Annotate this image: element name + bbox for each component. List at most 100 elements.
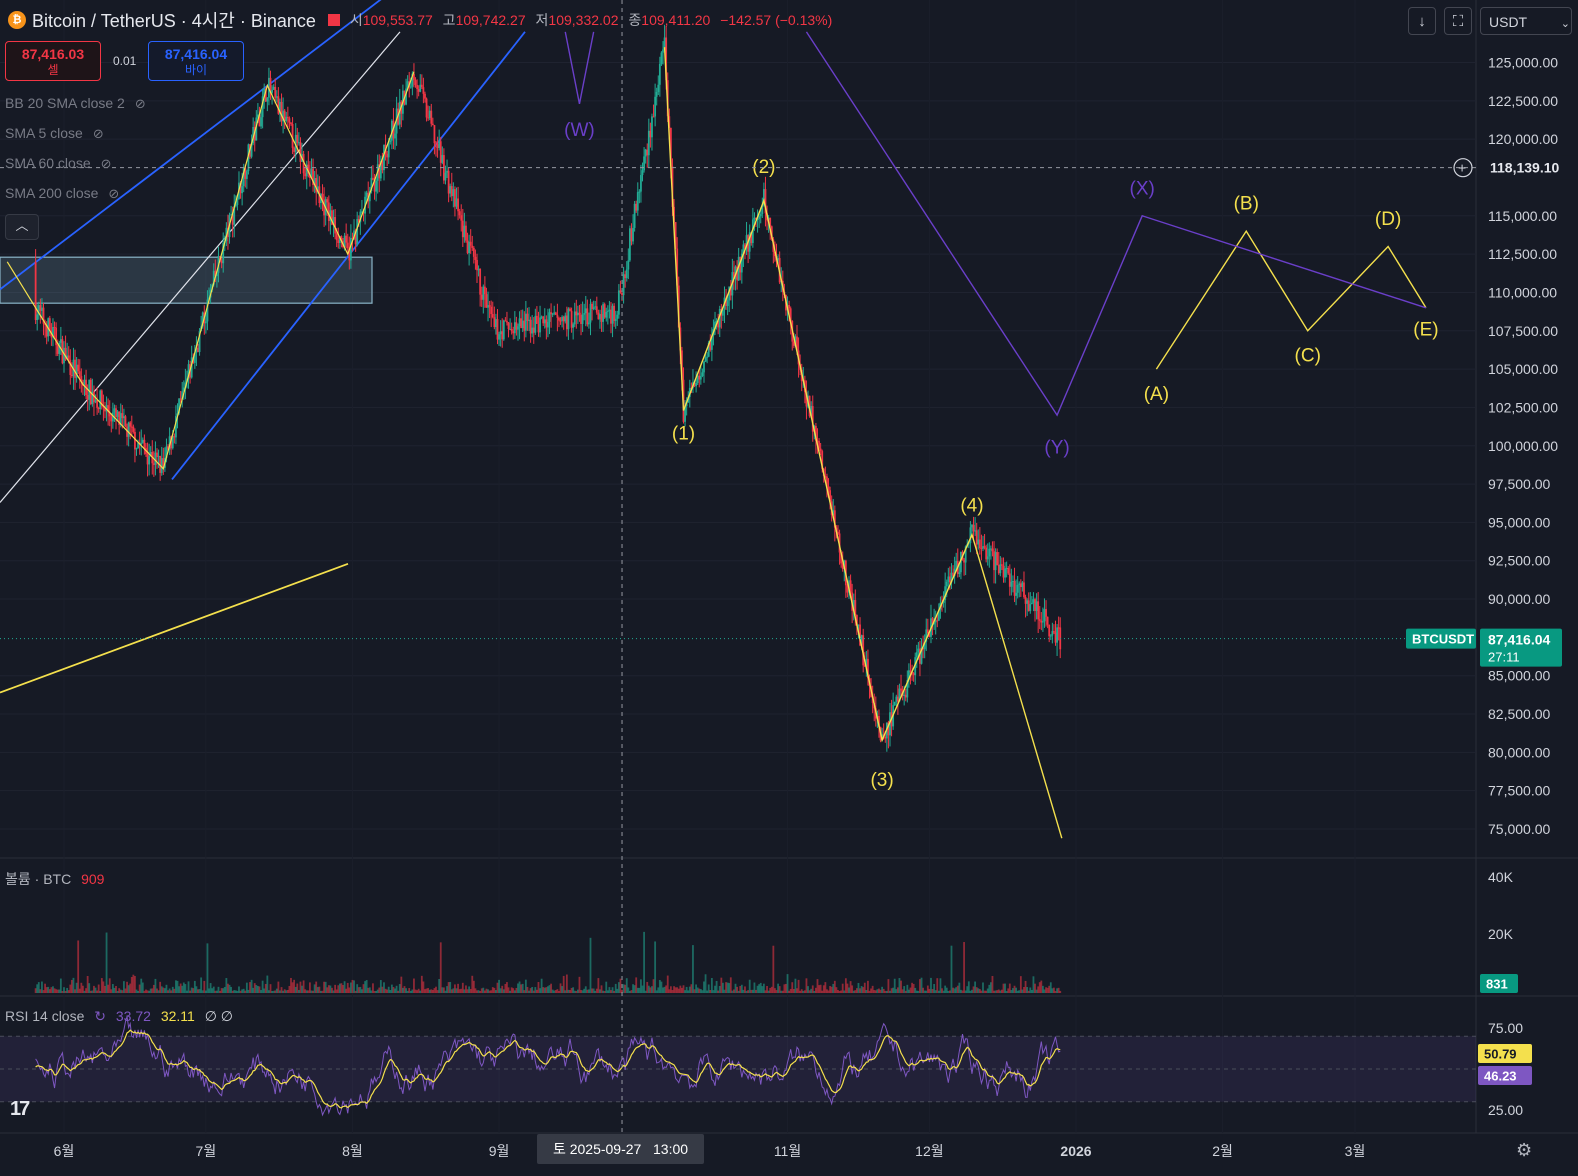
chart-canvas[interactable]: (1)(2)(3)(4)(A)(B)(C)(D)(E)(W)(X)(Y) 125… [0, 0, 1578, 1176]
sell-button[interactable]: 87,416.03 셀 [5, 41, 101, 81]
y-tick-label: 100,000.00 [1488, 438, 1558, 454]
volume-bar [176, 980, 179, 993]
volume-bar [104, 985, 106, 993]
volume-pane-label[interactable]: 볼륨 · BTC 909 [5, 869, 104, 889]
rsi-tick-label: 75.00 [1488, 1020, 1523, 1036]
candle-body [365, 192, 368, 197]
volume-bar [230, 986, 232, 993]
volume-bar [198, 989, 201, 993]
volume-bar [1002, 983, 1005, 993]
volume-bar [318, 986, 321, 993]
candle-body [978, 539, 981, 549]
volume-bar [433, 988, 436, 993]
volume-bar [565, 974, 568, 993]
indicator-bb[interactable]: BB 20 SMA close 2 ⊘ [5, 95, 146, 112]
volume-bar [477, 990, 480, 993]
candle-body [441, 155, 444, 163]
candle-body [996, 552, 999, 565]
indicator-sma200[interactable]: SMA 200 close ⊘ [5, 185, 119, 202]
candle-body [502, 320, 505, 340]
volume-bar [413, 978, 415, 993]
indicator-sma5[interactable]: SMA 5 close ⊘ [5, 125, 104, 142]
candle-body [409, 86, 412, 88]
volume-bar [346, 982, 349, 993]
volume-bar [189, 990, 192, 993]
volume-bar [627, 987, 630, 993]
volume-bar [707, 984, 710, 993]
candle-body [416, 84, 418, 90]
symbol-title[interactable]: Bitcoin / TetherUS · 4시간 · Binance [32, 7, 316, 33]
candle-body [438, 141, 441, 148]
refresh-icon[interactable]: ↻ [94, 1008, 106, 1024]
volume-bar [209, 983, 212, 993]
volume-bar [299, 981, 302, 993]
candle-body [652, 116, 655, 118]
volume-bar [933, 984, 936, 993]
candle-body [561, 316, 564, 321]
volume-bar [1024, 980, 1027, 993]
volume-bar [792, 988, 795, 993]
tradingview-logo[interactable]: 17 [10, 1098, 30, 1121]
candle-body [983, 546, 986, 548]
volume-bar [482, 987, 485, 993]
volume-bar [969, 990, 972, 993]
volume-bar [551, 989, 554, 993]
rsi-tag: 46.23 [1484, 1069, 1517, 1084]
volume-bar [550, 983, 552, 993]
volume-bar [184, 984, 187, 993]
fullscreen-button[interactable]: ⛶ [1444, 7, 1472, 35]
volume-bar [931, 988, 934, 993]
high-label: 고 [442, 12, 456, 28]
volume-bar [260, 990, 262, 993]
collapse-indicators-button[interactable]: ︿ [5, 214, 39, 240]
currency-select[interactable]: USDT ⌄ [1480, 7, 1572, 35]
volume-bar [570, 987, 573, 993]
candle-body [436, 144, 439, 148]
eye-off-icon[interactable]: ⊘ [101, 156, 112, 172]
volume-bar [280, 987, 283, 993]
candle-body [654, 96, 657, 117]
candle-body [994, 552, 997, 571]
volume-bar [468, 986, 471, 993]
volume-bar [561, 986, 564, 993]
rsi-tick-label: 25.00 [1488, 1102, 1523, 1118]
volume-bar [428, 989, 431, 993]
candle-body [135, 448, 138, 450]
eye-off-icon[interactable]: ⊘ [93, 126, 104, 142]
change-value: −142.57 (−0.13%) [720, 12, 833, 28]
volume-bar [77, 940, 80, 993]
candle-body [535, 315, 538, 324]
volume-bar [36, 984, 39, 993]
volume-bar [937, 990, 940, 993]
volume-bar [123, 981, 125, 993]
download-button[interactable]: ↓ [1408, 7, 1436, 35]
volume-bar [163, 988, 166, 993]
volume-bar [813, 990, 816, 993]
volume-bar [797, 979, 800, 993]
volume-bar [83, 990, 86, 993]
buy-button[interactable]: 87,416.04 바이 [148, 41, 244, 81]
volume-bar [540, 978, 543, 993]
indicator-sma60[interactable]: SMA 60 close ⊘ [5, 155, 112, 172]
volume-bar [364, 981, 366, 993]
volume-bar [605, 981, 608, 993]
volume-bar [725, 982, 727, 993]
volume-bar [673, 986, 675, 993]
eye-off-icon[interactable]: ⊘ [135, 96, 146, 112]
volume-bar [450, 989, 453, 993]
candle-body [819, 448, 822, 452]
volume-bar [269, 984, 272, 993]
candle-body [304, 173, 307, 177]
candle-body [912, 672, 915, 676]
rsi-pane-label[interactable]: RSI 14 close ↻ 33.72 32.11 ∅ ∅ [5, 1008, 233, 1025]
volume-bar [129, 983, 132, 993]
volume-bar [78, 988, 81, 993]
volume-bar [583, 988, 586, 993]
volume-bar [640, 979, 642, 993]
eye-off-icon[interactable]: ⊘ [108, 186, 119, 202]
gear-icon[interactable]: ⚙ [1516, 1140, 1532, 1161]
volume-bar [942, 990, 945, 993]
volume-bar [662, 987, 664, 993]
candle-body [917, 648, 920, 653]
volume-bar [876, 989, 879, 993]
